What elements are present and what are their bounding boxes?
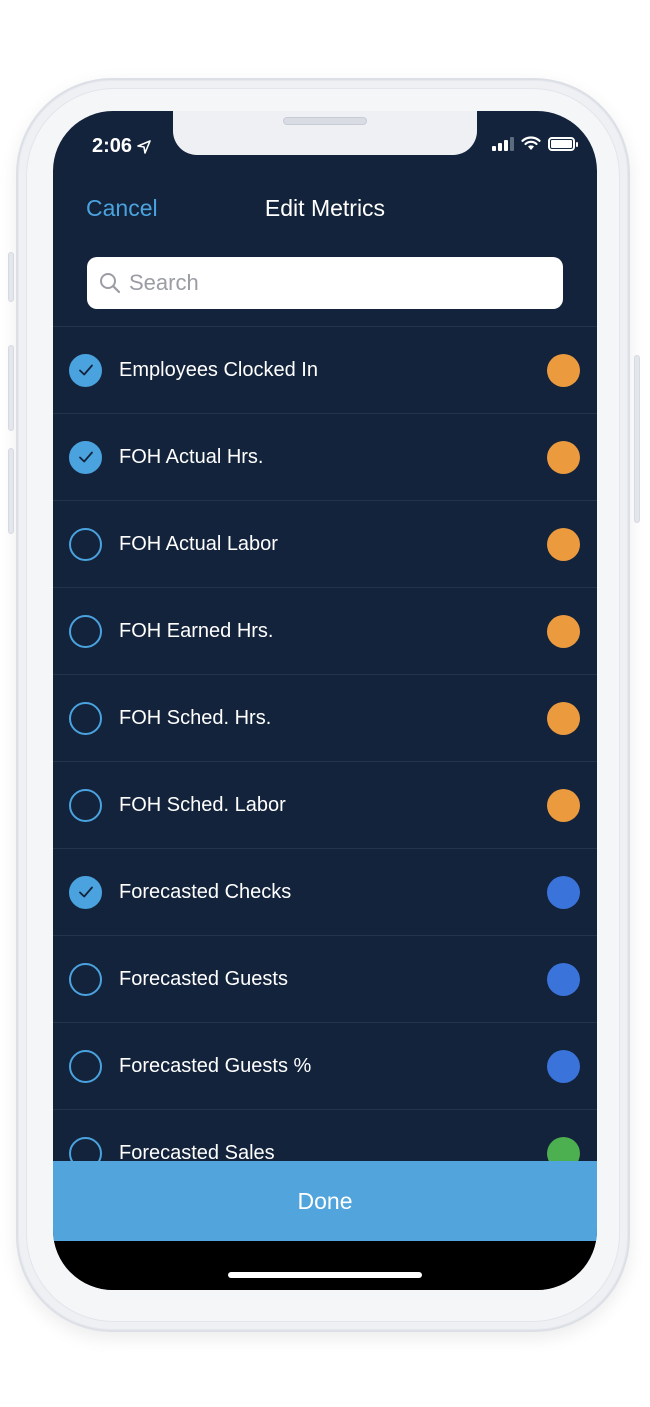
metric-row[interactable]: FOH Actual Labor bbox=[53, 500, 597, 587]
search-icon bbox=[100, 273, 121, 294]
side-button-volume-down bbox=[8, 448, 14, 534]
metric-label: Forecasted Checks bbox=[119, 880, 292, 903]
metric-color-dot bbox=[547, 527, 580, 561]
cellular-signal-icon bbox=[492, 136, 514, 151]
metric-row[interactable]: FOH Sched. Labor bbox=[53, 761, 597, 848]
status-time: 2:06 bbox=[92, 135, 151, 158]
metric-checkbox[interactable] bbox=[69, 527, 102, 561]
side-button-silent bbox=[8, 252, 14, 302]
checkmark-icon bbox=[78, 364, 93, 376]
metric-checkbox[interactable] bbox=[69, 440, 102, 474]
checkmark-icon bbox=[78, 451, 93, 463]
metric-label: FOH Sched. Hrs. bbox=[119, 706, 272, 729]
status-time-text: 2:06 bbox=[92, 135, 133, 157]
metric-color-dot bbox=[547, 440, 580, 474]
notch bbox=[173, 111, 477, 155]
wifi-icon bbox=[521, 136, 541, 150]
metric-checkbox[interactable] bbox=[69, 962, 102, 996]
metric-checkbox[interactable] bbox=[69, 701, 102, 735]
metric-label: Forecasted Guests bbox=[119, 967, 288, 990]
metric-label: Employees Clocked In bbox=[119, 358, 318, 381]
metric-checkbox[interactable] bbox=[69, 353, 102, 387]
metric-label: FOH Actual Labor bbox=[119, 532, 278, 555]
metric-label: FOH Actual Hrs. bbox=[119, 445, 264, 468]
page-title: Edit Metrics bbox=[264, 195, 386, 221]
home-bar-area bbox=[53, 1241, 597, 1290]
metric-checkbox[interactable] bbox=[69, 1049, 102, 1083]
metric-color-dot bbox=[547, 701, 580, 735]
metric-color-dot bbox=[547, 875, 580, 909]
metric-row[interactable]: FOH Sched. Hrs. bbox=[53, 674, 597, 761]
metric-label: FOH Sched. Labor bbox=[119, 793, 286, 816]
metrics-list: Employees Clocked In FOH Actual Hrs. FOH… bbox=[53, 326, 597, 1196]
metric-color-dot bbox=[547, 614, 580, 648]
metric-checkbox[interactable] bbox=[69, 788, 102, 822]
metric-label: Forecasted Guests % bbox=[119, 1054, 312, 1077]
metric-row[interactable]: Forecasted Guests % bbox=[53, 1022, 597, 1109]
status-indicators bbox=[492, 136, 578, 151]
checkmark-icon bbox=[78, 886, 93, 898]
metric-checkbox[interactable] bbox=[69, 614, 102, 648]
screen: 2:06 Cancel Edit Metrics Search Employee… bbox=[53, 111, 597, 1290]
search-input[interactable] bbox=[129, 270, 549, 296]
metric-row[interactable]: FOH Actual Hrs. bbox=[53, 413, 597, 500]
metric-color-dot bbox=[547, 353, 580, 387]
battery-icon bbox=[548, 136, 578, 151]
home-indicator[interactable] bbox=[228, 1272, 422, 1278]
side-button-power bbox=[634, 355, 640, 523]
side-button-volume-up bbox=[8, 345, 14, 431]
metric-checkbox[interactable] bbox=[69, 875, 102, 909]
metric-color-dot bbox=[547, 788, 580, 822]
metric-label: FOH Earned Hrs. bbox=[119, 619, 274, 642]
metric-row[interactable]: FOH Earned Hrs. bbox=[53, 587, 597, 674]
metric-row[interactable]: Forecasted Checks bbox=[53, 848, 597, 935]
metric-color-dot bbox=[547, 1049, 580, 1083]
metric-color-dot bbox=[547, 962, 580, 996]
done-button[interactable]: Done bbox=[53, 1161, 597, 1241]
location-arrow-icon bbox=[137, 139, 151, 154]
search-field[interactable] bbox=[87, 257, 563, 309]
metric-row[interactable]: Employees Clocked In bbox=[53, 326, 597, 413]
metric-row[interactable]: Forecasted Guests bbox=[53, 935, 597, 1022]
speaker-grille bbox=[283, 117, 367, 125]
